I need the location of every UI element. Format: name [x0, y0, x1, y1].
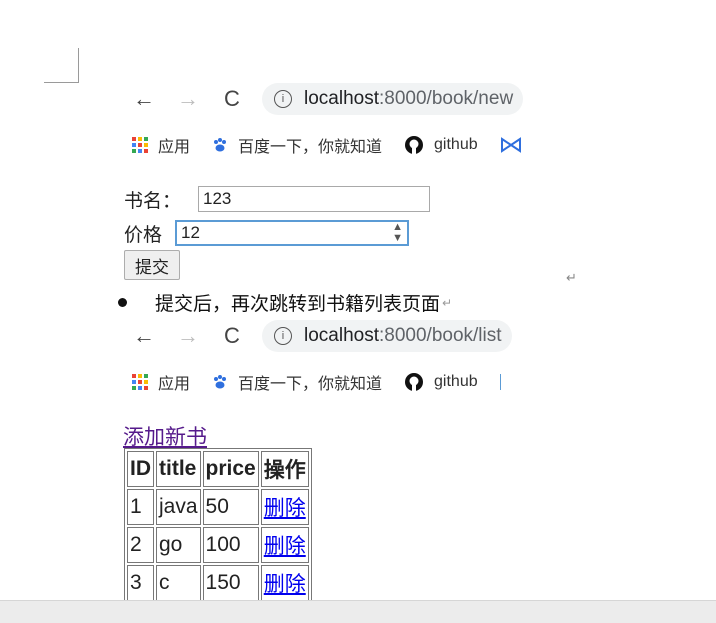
info-icon[interactable]: i [274, 327, 292, 345]
apps-grid-icon [132, 137, 148, 153]
add-book-link[interactable]: 添加新书 [123, 421, 207, 451]
bullet-icon [118, 298, 127, 307]
cell-title: go [156, 527, 201, 563]
note-line: 提交后，再次跳转到书籍列表页面 ↵ [118, 289, 452, 316]
cell-id: 1 [127, 489, 154, 525]
bookmark-label: github [434, 136, 478, 153]
bookmarks-bar-top: 应用 百度一下，你就知道 github [132, 133, 554, 157]
bookmark-extra[interactable] [500, 137, 532, 153]
submit-button[interactable]: 提交 [124, 250, 180, 280]
cell-title: c [156, 565, 201, 601]
forward-icon[interactable]: → [174, 322, 202, 350]
header-title: title [156, 451, 201, 487]
header-price: price [202, 451, 259, 487]
bookmark-apps[interactable]: 应用 [132, 370, 190, 394]
title-label: 书名： [124, 190, 182, 212]
table-row: 1 java 50 删除 [127, 489, 309, 525]
bookmark-label: 应用 [158, 376, 191, 393]
back-icon[interactable]: ← [130, 322, 158, 350]
bookmark-baidu[interactable]: 百度一下，你就知道 [212, 133, 382, 157]
new-book-form: 书名： 123 价格 12 ▲ ▼ [124, 183, 430, 249]
table-header-row: ID title price 操作 [127, 451, 309, 487]
document-corner-mark [44, 48, 79, 83]
delete-link[interactable]: 删除 [264, 573, 306, 596]
note-text: 提交后，再次跳转到书籍列表页面 [155, 294, 441, 315]
bookmark-label: 应用 [158, 139, 191, 156]
url-host: localhost [304, 88, 379, 109]
title-input[interactable]: 123 [198, 186, 430, 212]
price-label: 价格 [124, 224, 163, 246]
books-table: ID title price 操作 1 java 50 删除 2 go 100 … [124, 448, 312, 604]
github-icon [404, 135, 424, 155]
price-input[interactable]: 12 ▲ ▼ [175, 220, 409, 246]
forward-icon[interactable]: → [174, 85, 202, 113]
paragraph-mark-icon: ↵ [442, 295, 453, 310]
table-row: 3 c 150 删除 [127, 565, 309, 601]
bookmark-baidu[interactable]: 百度一下，你就知道 [212, 370, 382, 394]
cell-price: 150 [202, 565, 259, 601]
address-bar[interactable]: i localhost:8000/book/new [262, 83, 524, 115]
bowtie-icon [500, 137, 522, 153]
bookmarks-bar-bottom: 应用 百度一下，你就知道 github [132, 370, 501, 394]
bookmark-github[interactable]: github [404, 372, 478, 392]
cell-id: 3 [127, 565, 154, 601]
bookmark-label: github [434, 373, 478, 390]
header-action: 操作 [260, 451, 309, 487]
bookmark-label: 百度一下，你就知道 [238, 376, 383, 393]
bookmark-apps[interactable]: 应用 [132, 133, 190, 157]
cell-price: 100 [202, 527, 259, 563]
toolbar-divider [499, 374, 501, 390]
reload-icon[interactable]: C [218, 85, 246, 113]
bookmark-github[interactable]: github [404, 135, 478, 155]
cell-price: 50 [202, 489, 259, 525]
status-bar [0, 600, 716, 623]
cell-id: 2 [127, 527, 154, 563]
delete-link[interactable]: 删除 [264, 535, 306, 558]
baidu-paw-icon [212, 137, 228, 153]
address-bar[interactable]: i localhost:8000/book/list [262, 320, 512, 352]
url-path: :8000/book/list [379, 325, 502, 346]
apps-grid-icon [132, 374, 148, 390]
baidu-paw-icon [212, 374, 228, 390]
url-host: localhost [304, 325, 379, 346]
cell-title: java [156, 489, 201, 525]
browser-toolbar-list: ← → C i localhost:8000/book/list [130, 318, 512, 354]
paragraph-mark: ↵ [566, 270, 577, 285]
table-row: 2 go 100 删除 [127, 527, 309, 563]
reload-icon[interactable]: C [218, 322, 246, 350]
delete-link[interactable]: 删除 [264, 497, 306, 520]
browser-toolbar-new: ← → C i localhost:8000/book/new [130, 81, 524, 117]
url-path: :8000/book/new [379, 88, 514, 109]
bookmark-label: 百度一下，你就知道 [238, 139, 383, 156]
spinner-icon[interactable]: ▲ ▼ [392, 222, 403, 244]
info-icon[interactable]: i [274, 90, 292, 108]
github-icon [404, 372, 424, 392]
header-id: ID [127, 451, 154, 487]
back-icon[interactable]: ← [130, 85, 158, 113]
